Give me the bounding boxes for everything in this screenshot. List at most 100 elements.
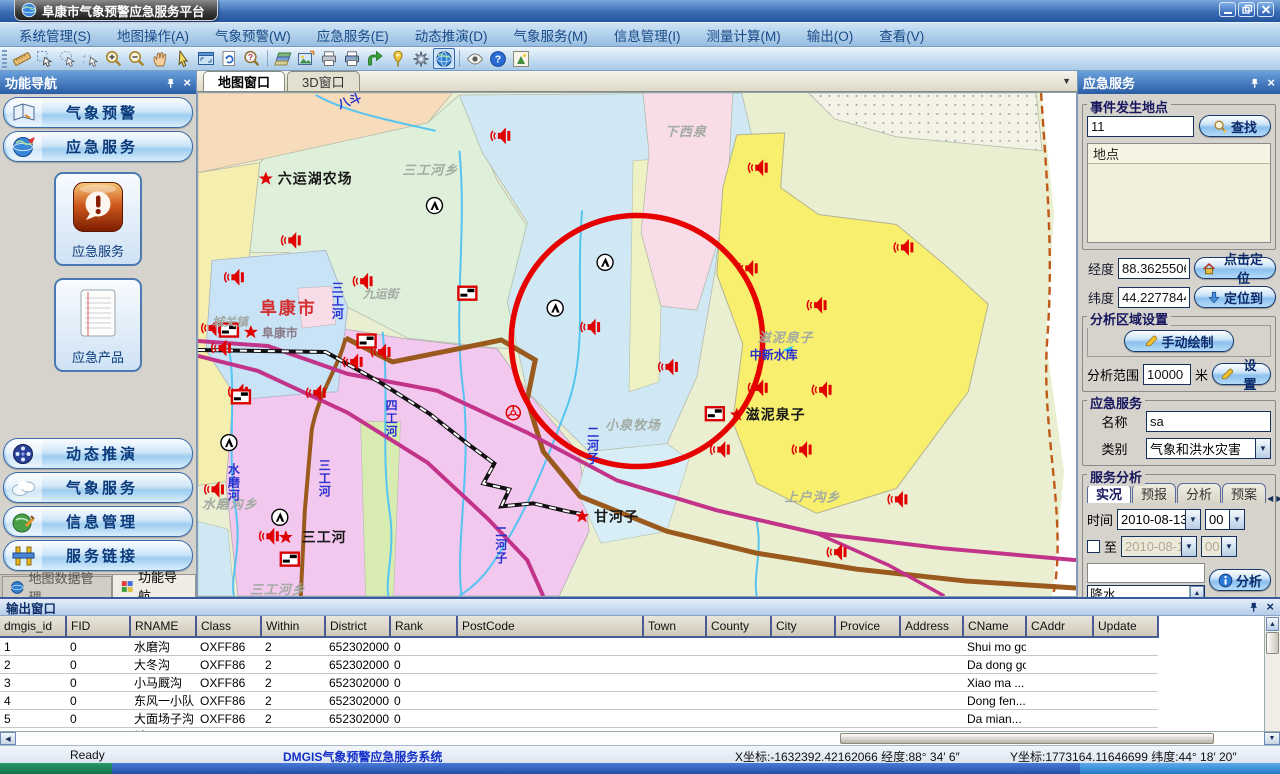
- pin-button[interactable]: [387, 48, 409, 69]
- close-button[interactable]: [1257, 2, 1274, 17]
- analyze-button[interactable]: 分析: [1209, 569, 1271, 591]
- table-column-header[interactable]: PostCode: [457, 616, 643, 637]
- measure-button[interactable]: [11, 48, 33, 69]
- date-select[interactable]: 2010-08-13▼: [1117, 509, 1201, 530]
- settings-button[interactable]: [410, 48, 432, 69]
- hour-select[interactable]: 00▼: [1205, 509, 1245, 530]
- select-lasso-button[interactable]: [57, 48, 79, 69]
- table-column-header[interactable]: Update: [1093, 616, 1158, 637]
- set-range-button[interactable]: 设置: [1212, 363, 1271, 385]
- analysis-range-input[interactable]: [1143, 364, 1191, 385]
- service-name-input[interactable]: [1146, 411, 1271, 432]
- menu-item-3[interactable]: 气象预警(W): [202, 25, 304, 45]
- emergency-service-card[interactable]: 应急服务: [54, 172, 142, 266]
- scroll-left-icon[interactable]: ◀: [0, 732, 16, 745]
- to-date-select[interactable]: 2010-08-13▼: [1121, 536, 1197, 557]
- scroll-down-icon[interactable]: ▼: [1264, 732, 1280, 745]
- globe-button[interactable]: [433, 48, 455, 69]
- table-row[interactable]: 30小马厩沟OXFF8626523020000Xiao ma ...: [0, 674, 1158, 692]
- minimize-button[interactable]: [1219, 2, 1236, 17]
- table-column-header[interactable]: Within: [261, 616, 325, 637]
- table-column-header[interactable]: Provice: [835, 616, 900, 637]
- search-button[interactable]: 查找: [1199, 115, 1271, 137]
- map-tab-1[interactable]: 地图窗口: [203, 71, 285, 91]
- refresh-button[interactable]: [218, 48, 240, 69]
- restore-button[interactable]: [1238, 2, 1255, 17]
- scene-button[interactable]: [510, 48, 532, 69]
- table-column-header[interactable]: City: [771, 616, 835, 637]
- pointer-button[interactable]: [172, 48, 194, 69]
- full-extent-button[interactable]: [195, 48, 217, 69]
- layers-button[interactable]: [272, 48, 294, 69]
- to-hour-select[interactable]: 00▼: [1201, 536, 1237, 557]
- identify-button[interactable]: ?: [241, 48, 263, 69]
- left-panel-tab-2[interactable]: 功能导航: [112, 574, 196, 597]
- map-tab-2[interactable]: 3D窗口: [287, 71, 360, 91]
- to-checkbox[interactable]: [1087, 540, 1100, 553]
- table-column-header[interactable]: FID: [66, 616, 130, 637]
- zoom-out-button[interactable]: [126, 48, 148, 69]
- element-list-item[interactable]: 降水: [1090, 587, 1187, 597]
- close-icon[interactable]: ×: [1266, 602, 1274, 612]
- table-column-header[interactable]: Town: [643, 616, 706, 637]
- table-column-header[interactable]: Address: [900, 616, 963, 637]
- export-image-button[interactable]: [295, 48, 317, 69]
- service-tab-2[interactable]: 预报: [1132, 483, 1176, 503]
- table-column-header[interactable]: RNAME: [130, 616, 196, 637]
- pan-button[interactable]: [149, 48, 171, 69]
- table-column-header[interactable]: County: [706, 616, 771, 637]
- pin-icon[interactable]: [1249, 77, 1260, 89]
- service-tab-1[interactable]: 实况: [1087, 483, 1131, 503]
- visibility-button[interactable]: [464, 48, 486, 69]
- left-panel-tab-1[interactable]: 地图数据管理: [2, 576, 112, 597]
- pin-icon[interactable]: [1248, 601, 1259, 613]
- table-row[interactable]: 50大面场子沟OXFF8626523020000Da mian...: [0, 710, 1158, 728]
- menu-item-6[interactable]: 气象服务(M): [500, 25, 600, 45]
- scrollbar-thumb[interactable]: [840, 733, 1214, 744]
- output-horizontal-scrollbar[interactable]: ◀ ▼: [0, 731, 1280, 745]
- location-search-input[interactable]: [1087, 116, 1194, 137]
- table-column-header[interactable]: District: [325, 616, 390, 637]
- menu-item-8[interactable]: 测量计算(M): [693, 25, 793, 45]
- service-tab-3[interactable]: 分析: [1177, 483, 1221, 503]
- scrollbar-thumb[interactable]: [1266, 632, 1279, 654]
- menu-item-5[interactable]: 动态推演(D): [402, 25, 501, 45]
- element-combobox[interactable]: [1087, 563, 1205, 583]
- nav-group-emergency-service[interactable]: 应急服务: [3, 131, 193, 162]
- menu-item-1[interactable]: 系统管理(S): [6, 25, 104, 45]
- pin-icon[interactable]: [165, 77, 176, 89]
- manual-draw-button[interactable]: 手动绘制: [1124, 330, 1234, 352]
- tab-list-dropdown-icon[interactable]: ▼: [1062, 76, 1071, 86]
- table-row[interactable]: 20大冬沟OXFF8626523020000Da dong gou: [0, 656, 1158, 674]
- service-type-select[interactable]: 气象和洪水灾害 ▼: [1146, 438, 1271, 459]
- go-arrow-button[interactable]: [364, 48, 386, 69]
- zoom-in-button[interactable]: [103, 48, 125, 69]
- table-row[interactable]: 10水磨沟OXFF8626523020000Shui mo gou: [0, 637, 1158, 656]
- menu-item-10[interactable]: 查看(V): [866, 25, 937, 45]
- element-listbox[interactable]: 降水空气温度 ▲▼: [1087, 585, 1205, 597]
- menu-item-7[interactable]: 信息管理(I): [601, 25, 694, 45]
- table-column-header[interactable]: CAddr: [1026, 616, 1093, 637]
- tab-scroll-right-icon[interactable]: ▶: [1276, 494, 1280, 503]
- close-icon[interactable]: ×: [1267, 78, 1275, 88]
- menu-item-9[interactable]: 输出(O): [794, 25, 867, 45]
- longitude-input[interactable]: [1118, 258, 1190, 279]
- output-vertical-scrollbar[interactable]: ▲: [1264, 616, 1280, 731]
- location-result-list[interactable]: 地点: [1087, 143, 1271, 243]
- menu-item-4[interactable]: 应急服务(E): [304, 25, 402, 45]
- toolbar-grip[interactable]: [2, 50, 7, 68]
- select-point-button[interactable]: [80, 48, 102, 69]
- service-tab-4[interactable]: 预案: [1222, 483, 1266, 503]
- print-button[interactable]: [318, 48, 340, 69]
- table-column-header[interactable]: dmgis_id: [0, 616, 66, 637]
- table-column-header[interactable]: CName: [963, 616, 1026, 637]
- table-column-header[interactable]: Rank: [390, 616, 457, 637]
- nav-group-weather-warning[interactable]: 气象预警: [3, 97, 193, 128]
- nav-group-dynamic-deduction[interactable]: 动态推演: [3, 438, 193, 469]
- click-locate-button[interactable]: 点击定位: [1194, 257, 1276, 279]
- scroll-up-icon[interactable]: ▲: [1190, 586, 1204, 597]
- output-table[interactable]: dmgis_idFIDRNAMEClassWithinDistrictRankP…: [0, 616, 1159, 731]
- table-column-header[interactable]: Class: [196, 616, 261, 637]
- menu-item-2[interactable]: 地图操作(A): [104, 25, 202, 45]
- help-button[interactable]: ?: [487, 48, 509, 69]
